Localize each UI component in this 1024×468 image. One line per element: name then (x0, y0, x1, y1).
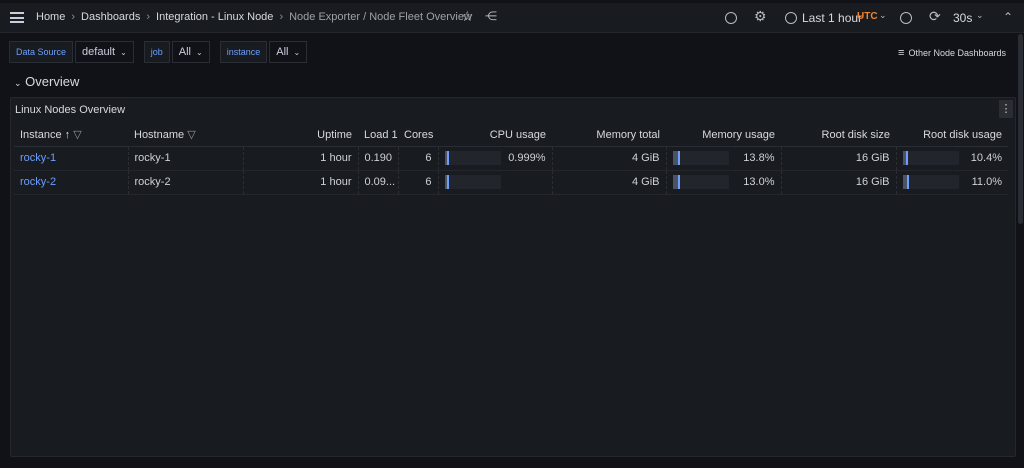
row-overview[interactable]: ⌄ Overview (14, 74, 79, 89)
chevron-down-icon: ⌄ (293, 47, 301, 57)
clock-icon (785, 12, 797, 24)
load-cell: 0.190 (358, 146, 399, 171)
disk-usage-cell: 11.0% (896, 170, 1008, 195)
nodes-table: Instance ↑ ▽ Hostname ▽ Uptime Load 1 Co… (14, 124, 1008, 195)
gauge-bar (444, 175, 501, 189)
chevron-down-icon: ⌄ (14, 78, 22, 88)
filter-icon[interactable]: ▽ (73, 129, 81, 141)
var-label-instance: instance (219, 41, 268, 63)
col-cores[interactable]: Cores (398, 124, 438, 147)
hostname-cell: rocky-2 (128, 170, 244, 195)
cpu-usage-cell (438, 170, 553, 195)
col-uptime[interactable]: Uptime (243, 124, 358, 147)
uptime-cell: 1 hour (243, 170, 359, 195)
hostname-cell: rocky-1 (128, 146, 244, 171)
table-row: rocky-1 rocky-1 1 hour 0.190 6 0.999% 4 … (14, 146, 1008, 171)
instance-link[interactable]: rocky-1 (14, 146, 129, 171)
other-dashboards-link[interactable]: ≡ Other Node Dashboards (898, 47, 1006, 59)
info-icon[interactable] (725, 12, 737, 24)
panel-linux-nodes-overview: Linux Nodes Overview ⋮ Instance ↑ ▽ Host… (10, 97, 1016, 457)
col-cpu-usage[interactable]: CPU usage (438, 124, 552, 147)
load-cell: 0.09... (358, 170, 399, 195)
gauge-bar (902, 175, 959, 189)
gauge-bar (902, 151, 959, 165)
sort-asc-icon: ↑ (64, 129, 71, 142)
timezone-badge: UTC (857, 11, 878, 22)
star-icon[interactable]: ☆ (461, 8, 474, 25)
memory-total-cell: 4 GiB (552, 146, 667, 171)
chevron-down-icon: ⌄ (120, 47, 127, 57)
table-row: rocky-2 rocky-2 1 hour 0.09... 6 4 GiB 1… (14, 170, 1008, 195)
filter-icon[interactable]: ▽ (187, 129, 195, 141)
share-icon[interactable]: ⋲ (485, 9, 497, 23)
disk-size-cell: 16 GiB (781, 170, 897, 195)
menu-icon[interactable] (10, 12, 24, 23)
gauge-bar (444, 151, 501, 165)
page-title: Node Exporter / Node Fleet Overview (289, 11, 472, 23)
variables-bar: Data Source default ⌄ job All ⌄ instance A… (9, 41, 308, 63)
breadcrumb-folder[interactable]: Integration - Linux Node (156, 11, 273, 23)
var-select-datasource[interactable]: default ⌄ (75, 41, 134, 63)
collapse-icon[interactable]: ⌃ (1003, 10, 1013, 24)
var-label-datasource: Data Source (9, 41, 74, 63)
chevron-down-icon[interactable]: ⌄ (976, 10, 984, 21)
chevron-down-icon[interactable]: ⌄ (879, 10, 887, 21)
col-instance[interactable]: Instance ↑ ▽ (14, 124, 128, 147)
gauge-value: 13.8% (743, 152, 775, 164)
breadcrumb-home[interactable]: Home (36, 11, 65, 23)
time-range-picker[interactable]: Last 1 hour (802, 11, 862, 25)
col-root-disk-usage[interactable]: Root disk usage (896, 124, 1008, 147)
scrollbar[interactable] (1018, 34, 1023, 224)
cpu-usage-cell: 0.999% (438, 146, 553, 171)
gauge-bar (672, 175, 729, 189)
instance-link[interactable]: rocky-2 (14, 170, 129, 195)
list-icon: ≡ (898, 47, 905, 59)
disk-size-cell: 16 GiB (781, 146, 897, 171)
gauge-value: 11.0% (971, 176, 1002, 188)
var-label-job: job (143, 41, 170, 63)
col-load1[interactable]: Load 1 (358, 124, 398, 147)
panel-title: Linux Nodes Overview (15, 104, 126, 116)
cores-cell: 6 (398, 170, 439, 195)
col-memory-total[interactable]: Memory total (552, 124, 666, 147)
cores-cell: 6 (398, 146, 439, 171)
refresh-interval[interactable]: 30s (953, 11, 972, 25)
breadcrumb-dashboards[interactable]: Dashboards (81, 11, 140, 23)
disk-usage-cell: 10.4% (896, 146, 1008, 171)
var-value: All (276, 46, 289, 58)
gauge-value: 0.999% (508, 152, 546, 164)
var-value: default (82, 46, 116, 58)
memory-usage-cell: 13.0% (666, 170, 782, 195)
col-memory-usage[interactable]: Memory usage (666, 124, 781, 147)
top-nav: Home › Dashboards › Integration - Linux No… (0, 3, 1024, 33)
memory-total-cell: 4 GiB (552, 170, 667, 195)
gauge-value: 10.4% (970, 152, 1002, 164)
breadcrumb: Home › Dashboards › Integration - Linux No… (36, 11, 472, 23)
zoom-out-icon[interactable] (900, 12, 912, 24)
row-title: Overview (25, 74, 80, 89)
other-dashboards-label: Other Node Dashboards (908, 48, 1006, 58)
col-root-disk-size[interactable]: Root disk size (781, 124, 896, 147)
var-select-job[interactable]: All ⌄ (171, 41, 210, 63)
uptime-cell: 1 hour (243, 146, 359, 171)
refresh-icon[interactable]: ⟳ (929, 8, 941, 25)
panel-menu-icon[interactable]: ⋮ (999, 100, 1013, 118)
memory-usage-cell: 13.8% (666, 146, 782, 171)
gauge-value: 13.0% (743, 176, 775, 188)
var-value: All (178, 46, 192, 58)
chevron-down-icon: ⌄ (196, 47, 203, 57)
var-select-instance[interactable]: All ⌄ (269, 41, 308, 63)
gear-icon[interactable]: ⚙ (754, 8, 767, 25)
gauge-bar (672, 151, 729, 165)
col-hostname[interactable]: Hostname ▽ (128, 124, 243, 147)
